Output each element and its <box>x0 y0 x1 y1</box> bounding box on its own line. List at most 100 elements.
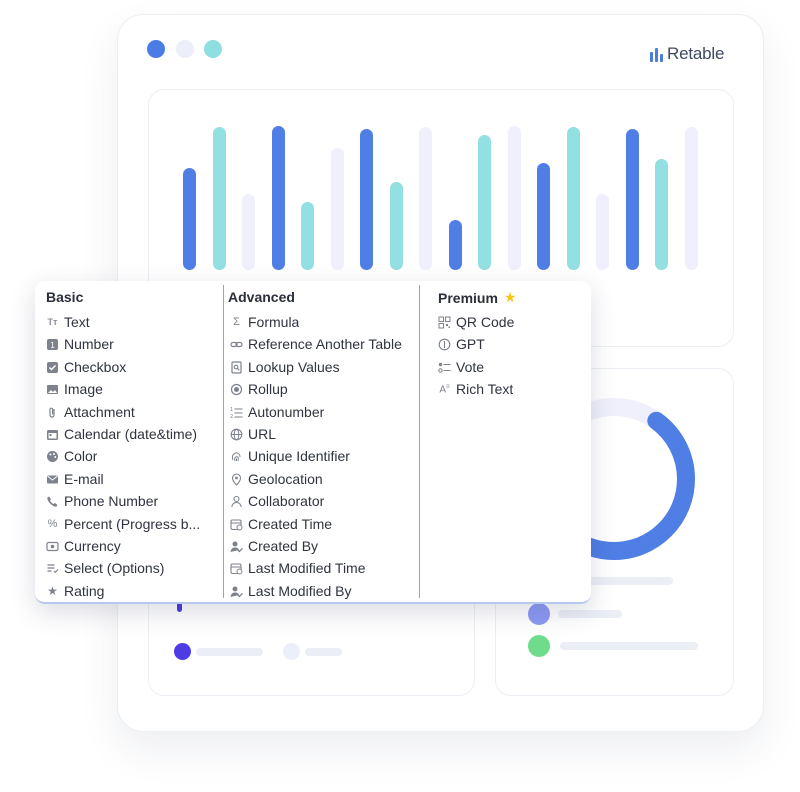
field-type-item[interactable]: Last Modified By <box>230 581 352 601</box>
rollup-icon <box>230 383 243 396</box>
field-type-item[interactable]: Phone Number <box>46 491 158 511</box>
field-type-item[interactable]: Created By <box>230 536 318 556</box>
field-type-item[interactable]: Created Time <box>230 514 332 534</box>
field-type-label: Collaborator <box>248 493 325 509</box>
currency-icon <box>46 540 59 553</box>
chart-bar <box>272 126 285 270</box>
field-type-item[interactable]: Collaborator <box>230 491 324 511</box>
checkbox-icon <box>46 361 59 374</box>
field-type-item[interactable]: ★ Rating <box>46 581 104 601</box>
field-type-item[interactable]: Geolocation <box>230 469 323 489</box>
star-icon: ★ <box>47 583 58 598</box>
legend-dot-right-1 <box>528 603 550 625</box>
mail-icon <box>46 473 59 486</box>
field-type-label: E-mail <box>64 471 104 487</box>
chart-bar <box>567 127 580 270</box>
column-divider <box>419 285 420 598</box>
image-icon <box>46 383 59 396</box>
field-type-label: Rich Text <box>456 381 514 397</box>
field-type-label: Rating <box>64 583 105 599</box>
column-title-label: Premium <box>438 289 498 306</box>
lookup-icon <box>230 360 243 374</box>
select-icon <box>46 562 59 575</box>
chart-bar <box>685 127 698 270</box>
svg-text:2: 2 <box>230 414 233 419</box>
field-type-item[interactable]: URL <box>230 424 276 444</box>
chart-bar <box>596 194 609 270</box>
field-type-item[interactable]: Attachment <box>46 402 135 422</box>
chart-bar <box>626 129 639 270</box>
field-type-item[interactable]: Currency <box>46 536 121 556</box>
field-type-label: Created By <box>248 538 319 554</box>
field-type-item[interactable]: 1 Number <box>46 334 114 354</box>
calendar-clock-icon <box>230 518 243 531</box>
window-dot-blue[interactable] <box>147 40 165 58</box>
field-type-item[interactable]: Σ Formula <box>230 312 299 332</box>
field-type-item[interactable]: Color <box>46 446 97 466</box>
chart-bar <box>301 202 314 270</box>
field-type-item[interactable]: Reference Another Table <box>230 334 402 354</box>
chart-bar <box>390 182 403 270</box>
field-type-label: Vote <box>456 359 485 375</box>
field-type-label: Created Time <box>248 516 333 532</box>
legend-pill-left-2 <box>305 648 342 656</box>
user-icon <box>230 495 243 508</box>
chart-bar <box>213 127 226 270</box>
field-type-item[interactable]: % Percent (Progress b... <box>46 514 201 534</box>
field-type-label: Text <box>64 314 90 330</box>
field-type-menu: Basic Advanced Premium ★ Tт Text 1 Number Ch… <box>35 281 591 604</box>
field-type-label: Attachment <box>64 404 135 420</box>
legend-dot-right-2 <box>528 635 550 657</box>
calendar-clock-icon <box>230 562 243 575</box>
chart-bar <box>508 126 521 270</box>
legend-pill-right-2 <box>560 642 698 650</box>
field-type-label: Color <box>64 448 98 464</box>
chart-bar <box>537 163 550 270</box>
window-dot-lavender[interactable] <box>176 40 194 58</box>
field-type-item[interactable]: Checkbox <box>46 357 126 377</box>
number-icon: 1 <box>46 338 59 351</box>
text-icon: Tт <box>47 316 58 327</box>
field-type-item[interactable]: Vote <box>438 357 484 377</box>
field-type-item[interactable]: Lookup Values <box>230 357 340 377</box>
field-type-item[interactable]: GPT <box>438 334 485 354</box>
autonumber-icon: 12 <box>230 406 243 419</box>
field-type-item[interactable]: Select (Options) <box>46 558 164 578</box>
chart-bar <box>242 194 255 270</box>
legend-pill-left-1 <box>196 648 263 656</box>
field-type-label: Rollup <box>248 381 288 397</box>
field-type-label: Number <box>64 336 114 352</box>
field-type-item[interactable]: QR Code <box>438 312 514 332</box>
map-pin-icon <box>230 472 243 486</box>
field-type-item[interactable]: Calendar (date&time) <box>46 424 197 444</box>
field-type-label: Geolocation <box>248 471 323 487</box>
rich-text-icon: A≡ <box>439 384 450 396</box>
field-type-label: Phone Number <box>64 493 159 509</box>
field-type-label: Image <box>64 381 103 397</box>
field-type-item[interactable]: 1 2 Autonumber <box>230 402 324 422</box>
field-type-item[interactable]: Image <box>46 379 103 399</box>
chart-bar <box>478 135 491 270</box>
link-icon <box>230 338 243 351</box>
window-dot-teal[interactable] <box>204 40 222 58</box>
field-type-item[interactable]: Tт Text <box>46 312 90 332</box>
field-type-label: Last Modified By <box>248 583 352 599</box>
field-type-label: Select (Options) <box>64 560 165 576</box>
column-title-premium: Premium ★ <box>438 289 516 306</box>
svg-text:1: 1 <box>50 341 55 350</box>
field-type-item[interactable]: A≡ Rich Text <box>438 379 513 399</box>
gpt-icon <box>438 338 451 351</box>
user-check-icon <box>230 585 243 598</box>
field-type-item[interactable]: Unique Identifier <box>230 446 350 466</box>
chart-bar <box>655 159 668 270</box>
palette-icon <box>46 450 59 463</box>
field-type-item[interactable]: Last Modified Time <box>230 558 366 578</box>
retable-logo-icon <box>650 47 663 62</box>
calendar-icon <box>46 428 59 441</box>
column-title-basic: Basic <box>46 289 83 305</box>
chart-bar <box>360 129 373 270</box>
column-title-label: Basic <box>46 289 84 305</box>
brand-name: Retable <box>667 44 725 63</box>
field-type-item[interactable]: Rollup <box>230 379 288 399</box>
field-type-item[interactable]: E-mail <box>46 469 104 489</box>
